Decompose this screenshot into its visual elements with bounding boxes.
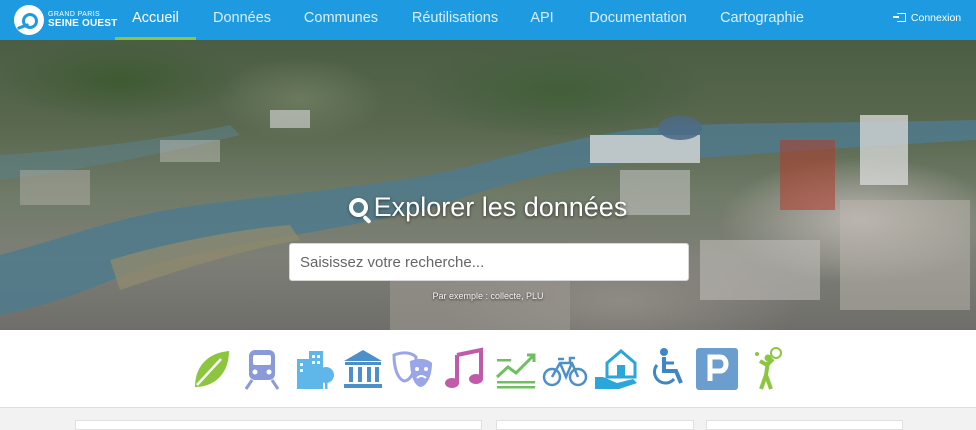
nav-cartographie[interactable]: Cartographie (714, 0, 810, 40)
content-card-3 (706, 420, 903, 430)
logo-line1: GRAND PARIS (48, 11, 101, 18)
theme-musique[interactable] (442, 345, 488, 393)
theme-culture-patrimoine[interactable] (340, 345, 386, 393)
theme-logement-social[interactable] (593, 345, 639, 393)
hero-aerial-photo (0, 110, 976, 330)
tennis-player-icon (755, 347, 782, 390)
theme-spectacles[interactable] (390, 345, 436, 393)
hero-title-text: Explorer les données (373, 192, 628, 222)
theme-sport[interactable] (745, 345, 791, 393)
logo-line2: SEINE OUEST (48, 18, 118, 29)
leaf-icon (195, 351, 229, 387)
music-note-icon (445, 347, 483, 388)
search-hint: Par exemple : collecte, PLU (432, 291, 544, 301)
theme-transports[interactable] (239, 345, 285, 393)
nav-reutilisations[interactable]: Réutilisations (404, 0, 506, 40)
theme-mobilite[interactable] (542, 345, 588, 393)
hero-title: Explorer les données (0, 192, 976, 223)
theme-urbanisme[interactable] (291, 345, 337, 393)
house-hand-icon (595, 349, 637, 389)
parking-icon (696, 348, 738, 390)
hero-banner: Explorer les données Par exemple : colle… (0, 40, 976, 330)
theme-strip (0, 330, 976, 408)
nav-documentation[interactable]: Documentation (581, 0, 695, 40)
bicycle-icon (542, 356, 588, 387)
nav-communes[interactable]: Communes (296, 0, 386, 40)
top-navbar: GRAND PARIS SEINE OUEST Accueil Données … (0, 0, 976, 40)
login-label: Connexion (910, 12, 962, 24)
buildings-icon (297, 351, 334, 389)
nav-accueil[interactable]: Accueil (115, 0, 196, 40)
logo-mark-icon (14, 5, 44, 35)
theme-accessibilite[interactable] (643, 345, 689, 393)
museum-icon (344, 350, 382, 388)
theme-economie[interactable] (493, 345, 539, 393)
login-link[interactable]: Connexion (893, 0, 962, 36)
theater-masks-icon (392, 351, 432, 387)
wheelchair-icon (653, 348, 683, 385)
content-card-1 (75, 420, 482, 430)
search-input[interactable] (289, 243, 689, 281)
theme-environnement[interactable] (188, 345, 234, 393)
train-icon (244, 350, 280, 390)
logo-text: GRAND PARIS SEINE OUEST (48, 11, 117, 29)
theme-stationnement[interactable] (694, 345, 740, 393)
search-icon (348, 198, 368, 217)
nav-donnees[interactable]: Données (205, 0, 279, 40)
chart-trend-icon (495, 353, 536, 389)
nav-api[interactable]: API (524, 0, 560, 40)
sign-in-icon (893, 13, 906, 22)
content-card-2 (496, 420, 694, 430)
